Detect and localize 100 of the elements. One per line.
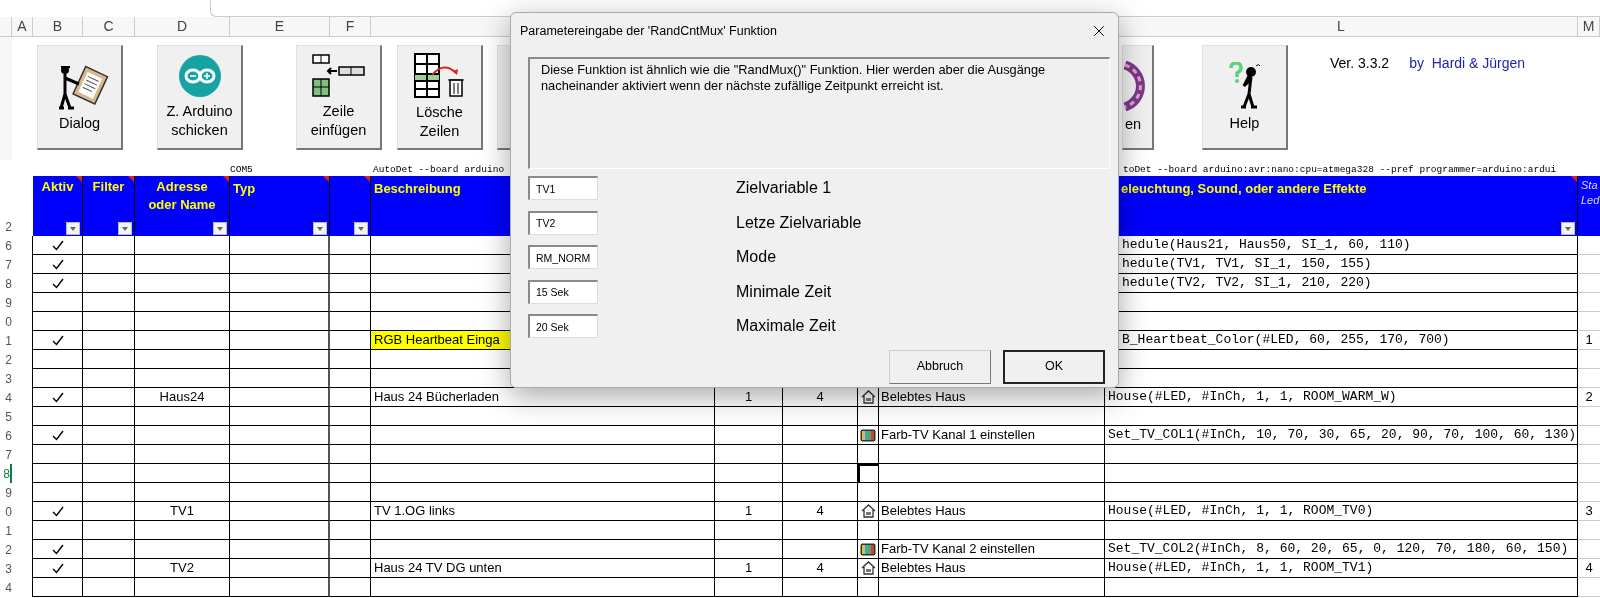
port-text: COM5 (230, 164, 254, 176)
column-header[interactable]: C (83, 17, 135, 37)
header-label: Typ (233, 180, 256, 198)
row-number[interactable]: 1 (5, 331, 12, 350)
row-number[interactable]: 6 (5, 426, 12, 445)
table-cell (715, 407, 783, 426)
table-cell (83, 312, 135, 331)
table-cell: 1 (715, 502, 783, 521)
filter-dropdown[interactable] (213, 222, 227, 235)
table-cell: 3 (1578, 502, 1600, 521)
row-number[interactable]: 2 (5, 540, 12, 559)
dialog-title: Parametereingabe der 'RandCntMux' Funktion (520, 22, 777, 40)
column-header[interactable]: M (1578, 17, 1600, 37)
input-field[interactable]: RM_NORM (528, 245, 598, 270)
table-cell: 1 (715, 559, 783, 578)
row-number[interactable]: 9 (5, 483, 12, 502)
table-cell: 4 (783, 502, 858, 521)
table-cell: House(#LED, #InCh, 1, 1, ROOM_TV0) (1105, 502, 1578, 521)
command-text: AutoDet --board arduino (372, 164, 506, 176)
toolbar-button[interactable]: en (1122, 45, 1154, 150)
column-header[interactable]: D (135, 17, 230, 37)
table-cell (330, 388, 371, 407)
row-number[interactable]: 6 (5, 236, 12, 255)
table-cell (715, 483, 783, 502)
infinity-logo-icon (177, 54, 222, 98)
table-cell (330, 483, 371, 502)
header-label: Sta Led (1580, 178, 1600, 208)
table-cell (715, 445, 783, 464)
filter-dropdown[interactable] (354, 222, 368, 235)
table-cell (83, 445, 135, 464)
table-cell (83, 521, 135, 540)
toolbar-button[interactable]: Help (1202, 45, 1288, 150)
row-number[interactable]: 5 (5, 407, 12, 426)
toolbar-button[interactable]: Zeile einfügen (296, 45, 382, 150)
column-header[interactable]: E (230, 17, 330, 37)
header-label: Filter (92, 178, 125, 196)
field-label: Minimale Zeit (736, 281, 832, 302)
toolbar-button[interactable]: Dialog (37, 45, 123, 150)
table-cell: 1 (1578, 331, 1600, 350)
table-cell: 2 (1578, 388, 1600, 407)
row-number[interactable]: 7 (5, 445, 12, 464)
header-label: Adresse oder Name (147, 178, 217, 214)
command-text: toDet --board arduino:avr:nano:cpu=atmega328 --pref programmer=arduino:ardui (1122, 164, 1557, 176)
field-label: Maximale Zeit (736, 316, 836, 337)
table-cell: 4 (1578, 559, 1600, 578)
field-label: Mode (736, 247, 777, 268)
toolbar-button[interactable]: Z. Arduino schicken (157, 45, 243, 150)
ring-icon (1123, 60, 1145, 111)
table-cell: TV2 (135, 559, 230, 578)
description-text: Diese Funktion ist ähnlich wie die "RandMux()" Funktion. Hier werden aber die Ausgänge nacheinander aktiviert wenn der nächste zufällige Zeitpunkt erreicht ist. (528, 57, 1110, 169)
row-number[interactable]: 8 (3, 464, 10, 483)
table-cell (715, 521, 783, 540)
input-field[interactable]: TV2 (528, 210, 598, 235)
insert-row-icon (311, 54, 366, 98)
row-number[interactable]: 4 (5, 388, 12, 407)
row-number[interactable]: 8 (5, 274, 12, 293)
toolbar-button[interactable]: Lösche Zeilen (397, 45, 483, 150)
table-cell (83, 407, 135, 426)
filter-dropdown[interactable] (66, 222, 80, 235)
cancel-button[interactable]: Abbruch (889, 349, 991, 384)
row-number[interactable]: 9 (5, 293, 12, 312)
table-cell: Belebtes Haus (879, 502, 1105, 521)
column-header[interactable]: A (12, 17, 33, 37)
row-number[interactable]: 3 (5, 369, 12, 388)
table-cell (715, 540, 783, 559)
input-field[interactable]: TV1 (528, 176, 598, 201)
table-cell (83, 369, 135, 388)
row-number[interactable]: 3 (5, 559, 12, 578)
row-number[interactable]: 0 (5, 312, 12, 331)
row-number[interactable]: 0 (5, 502, 12, 521)
row-number[interactable]: 2 (5, 218, 12, 236)
table-cell (330, 426, 371, 445)
table-cell: TV1 (135, 502, 230, 521)
header-label: Aktiv (41, 178, 74, 196)
filter-dropdown[interactable] (313, 222, 327, 235)
table-cell: Farb-TV Kanal 2 einstellen (879, 540, 1105, 559)
input-field[interactable]: 20 Sek (528, 314, 598, 339)
row-number[interactable]: 4 (5, 578, 12, 597)
column-header[interactable]: F (330, 17, 371, 37)
version-text: Ver. 3.3.2 (1330, 54, 1390, 73)
filter-dropdown[interactable] (1561, 222, 1575, 235)
table-cell (330, 445, 371, 464)
filter-dropdown[interactable] (118, 222, 132, 235)
table-cell (715, 464, 783, 483)
row-number[interactable]: 1 (5, 521, 12, 540)
table-cell: House(#LED, #InCh, 1, 1, ROOM_WARM_W) (1105, 388, 1578, 407)
question-figure-icon (1226, 61, 1263, 110)
header-label: Beschreibung (374, 180, 461, 198)
input-field[interactable]: 15 Sek (528, 279, 598, 304)
table-cell (83, 464, 135, 483)
column-header[interactable]: B (33, 17, 83, 37)
table-cell: Haus 24 TV DG unten (371, 559, 715, 578)
row-number[interactable]: 2 (5, 350, 12, 369)
row-number[interactable]: 7 (5, 255, 12, 274)
table-cell (330, 540, 371, 559)
table-cell (330, 578, 371, 597)
ok-button[interactable]: OK (1003, 349, 1105, 384)
table-cell (83, 578, 135, 597)
table-cell (330, 464, 371, 483)
table-cell (715, 578, 783, 597)
